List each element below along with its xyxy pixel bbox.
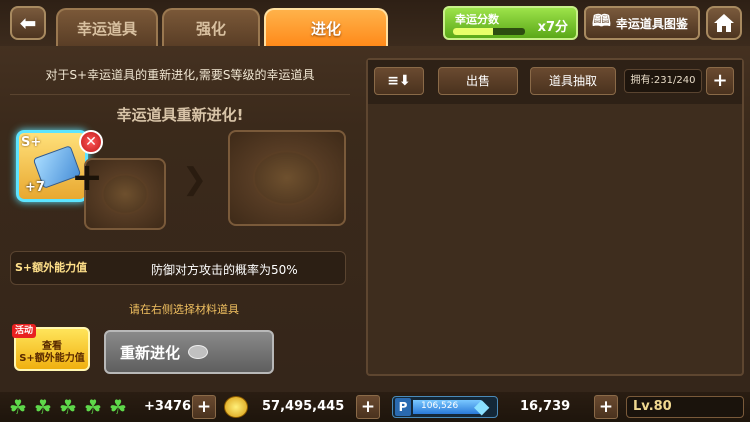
clover-list: ☘ ☘ ☘ ☘ ☘ — [6, 396, 130, 418]
inventory-toolbar: ≡⬇ 出售 道具抽取 拥有:231/240 + — [368, 60, 742, 104]
sort-icon: ≡⬇ — [387, 73, 411, 89]
event-badge: 活动 — [12, 324, 37, 338]
tab-evolve[interactable]: 进化 — [264, 8, 388, 46]
view-sublabel: S+额外能力值 — [19, 353, 85, 364]
sort-button[interactable]: ≡⬇ — [374, 67, 424, 95]
inventory-panel: ≡⬇ 出售 道具抽取 拥有:231/240 + — [366, 58, 744, 376]
add-diamond-button[interactable]: + — [594, 395, 618, 419]
clover-icon: ☘ — [84, 395, 102, 419]
item-guide-label: 幸运道具图鉴 — [615, 16, 688, 31]
clover-icon: ☘ — [109, 395, 127, 419]
score-multiplier: x7分 — [537, 20, 568, 35]
top-bar: ⬅ 幸运道具 强化 进化 幸运分数 x7分 🕮 幸运道具图鉴 — [0, 0, 750, 46]
home-icon — [714, 14, 734, 32]
clover-icon: ☘ — [59, 395, 77, 419]
player-level: Lv.80 — [626, 396, 744, 418]
grade-badge: S+ — [21, 135, 42, 150]
plus-icon: + — [71, 155, 103, 199]
item-level: +7 — [25, 180, 45, 195]
game-screen: ⬅ 幸运道具 强化 进化 幸运分数 x7分 🕮 幸运道具图鉴 对于S+幸运道具的… — [0, 0, 750, 422]
score-label: 幸运分数 — [455, 13, 499, 26]
clover-icon: ☘ — [9, 395, 27, 419]
score-progress-fill — [453, 28, 493, 35]
arrow-right-icon: ❯ — [182, 162, 208, 197]
inventory-count: 拥有:231/240 — [624, 69, 702, 93]
tab-enhance[interactable]: 强化 — [162, 8, 260, 46]
score-progress-bar — [453, 28, 525, 35]
slot-emblem — [101, 173, 149, 215]
tab-lucky-items[interactable]: 幸运道具 — [56, 8, 158, 46]
remove-icon: ✕ — [85, 134, 97, 150]
slot-emblem — [252, 150, 322, 206]
remove-item-button[interactable]: ✕ — [79, 130, 103, 154]
book-icon: 🕮 — [592, 10, 611, 30]
select-material-hint: 请在右侧选择材料道具 — [129, 303, 239, 316]
item-guide-button[interactable]: 🕮 幸运道具图鉴 — [584, 6, 700, 40]
sell-button[interactable]: 出售 — [438, 67, 518, 95]
gold-amount: 57,495,445 — [262, 399, 345, 414]
coin-icon — [188, 345, 209, 359]
section-title: 幸运道具重新进化! — [116, 106, 244, 124]
add-gold-button[interactable]: + — [356, 395, 380, 419]
extract-button[interactable]: 道具抽取 — [530, 67, 616, 95]
gold-coin-icon — [224, 396, 248, 418]
reevolve-button[interactable]: 重新进化 — [104, 330, 274, 374]
bonus-ability-row: S+额外能力值 防御对方攻击的概率为50% — [10, 251, 346, 285]
diamond-icon: ◆ — [474, 394, 490, 418]
clover-icon: ☘ — [34, 395, 52, 419]
p-label: P — [395, 398, 411, 416]
reevolve-label: 重新进化 — [120, 343, 181, 362]
p-points-value: 106,526 — [421, 401, 459, 411]
lucky-score-panel[interactable]: 幸运分数 x7分 — [443, 6, 578, 40]
bottom-bar: ☘ ☘ ☘ ☘ ☘ +3476 + 57,495,445 + P 106,526… — [0, 392, 750, 422]
bonus-ability-text: 防御对方攻击的概率为50% — [151, 263, 298, 277]
result-slot — [228, 130, 346, 226]
clover-extra: +3476 — [144, 399, 192, 414]
add-clover-button[interactable]: + — [192, 395, 216, 419]
evolve-description: 对于S+幸运道具的重新进化,需要S等级的幸运道具 — [45, 68, 315, 82]
back-arrow-icon: ⬅ — [19, 11, 37, 35]
view-label: 查看 — [42, 341, 62, 352]
plus-icon: + — [712, 70, 728, 91]
diamond-amount: 16,739 — [520, 399, 571, 414]
home-button[interactable] — [706, 6, 742, 40]
expand-inventory-button[interactable]: + — [706, 67, 734, 95]
evolve-panel: 对于S+幸运道具的重新进化,需要S等级的幸运道具 幸运道具重新进化! S+ +7… — [4, 54, 356, 384]
bonus-ability-label: S+额外能力值 — [15, 261, 88, 274]
back-button[interactable]: ⬅ — [10, 6, 46, 40]
divider — [10, 94, 350, 95]
